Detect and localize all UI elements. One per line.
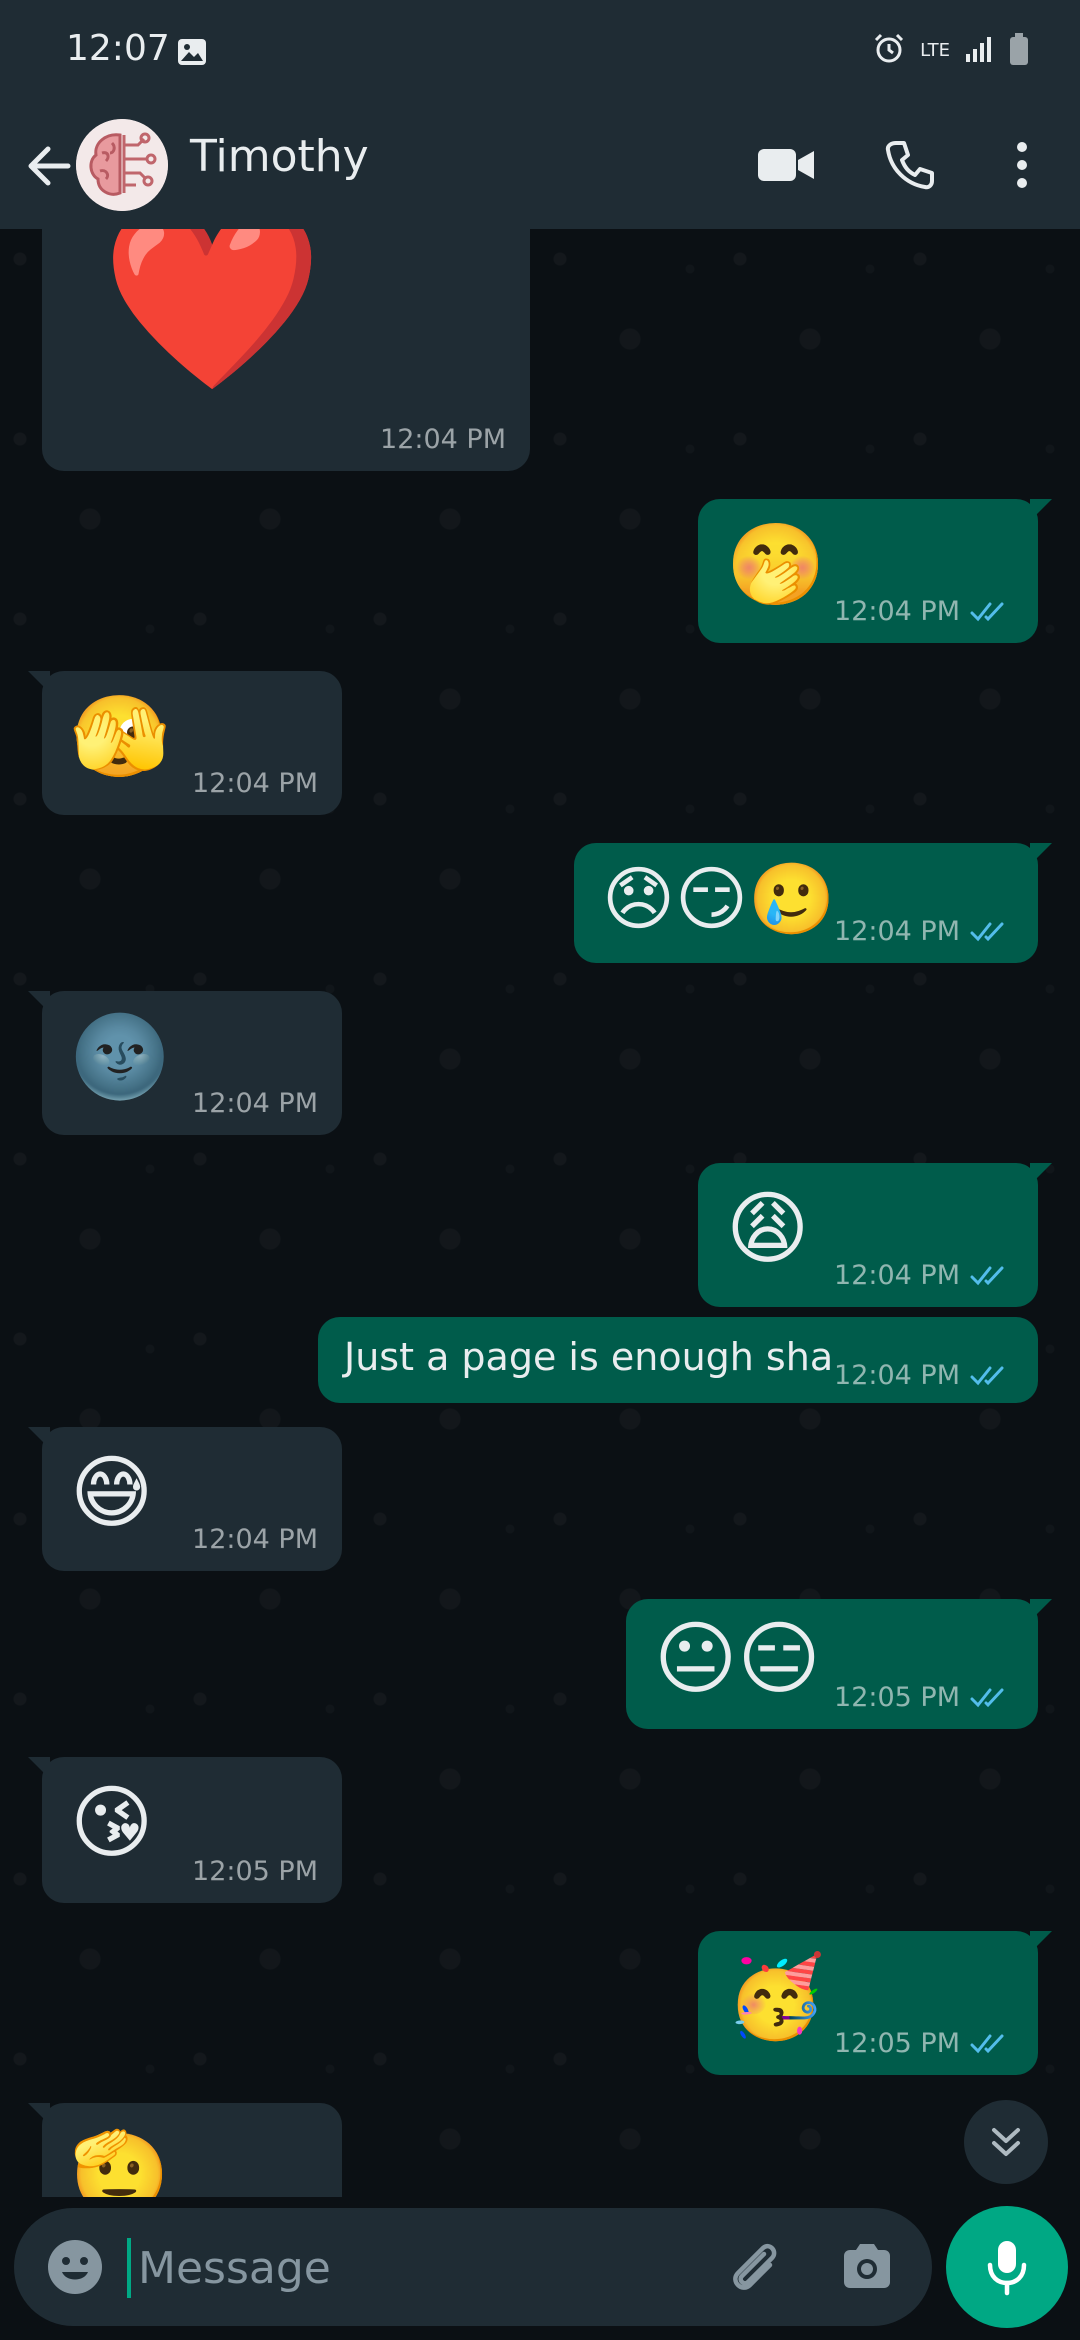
message-meta: 12:04 PM [834, 1360, 1014, 1391]
message-meta: 12:04 PM [834, 1260, 1014, 1291]
message-bubble-outgoing[interactable]: 😐😑 12:05 PM [626, 1599, 1052, 1729]
microphone-icon [987, 2241, 1027, 2296]
text-cursor [127, 2238, 131, 2298]
status-bar: 12:07 LTE [0, 0, 1080, 105]
message-emoji: 😩 [726, 1182, 810, 1275]
message-bubble-incoming[interactable]: 😘 12:05 PM [28, 1757, 342, 1903]
message-meta: 12:05 PM [834, 2028, 1014, 2059]
message-bubble-incoming[interactable]: 🌚 12:04 PM [28, 991, 342, 1135]
message-composer [14, 2208, 932, 2326]
message-time: 12:04 PM [834, 1260, 960, 1291]
camera-icon [844, 2244, 890, 2288]
read-receipt-icon [970, 1366, 1004, 1385]
alarm-icon [872, 32, 906, 70]
message-bubble-incoming[interactable]: 😅 12:04 PM [28, 1427, 342, 1571]
message-emoji: 🫣 [70, 690, 170, 783]
message-time: 12:04 PM [834, 1360, 960, 1391]
chevron-double-down-icon [992, 2128, 1020, 2156]
message-bubble-outgoing[interactable]: Just a page is enough sha 12:04 PM [318, 1317, 1038, 1403]
message-meta: 12:04 PM [192, 1524, 318, 1555]
phone-icon [885, 141, 934, 190]
read-receipt-icon [970, 602, 1004, 621]
message-emoji: 🫡 [70, 2126, 170, 2198]
message-time: 12:04 PM [834, 596, 960, 627]
scroll-to-bottom-button[interactable] [964, 2100, 1048, 2184]
message-emoji: 😅 [70, 1446, 154, 1539]
message-bubble-incoming[interactable]: 🫡 [28, 2103, 342, 2198]
back-button[interactable] [18, 133, 84, 199]
brain-icon [76, 119, 168, 211]
more-vert-icon [1017, 142, 1027, 188]
message-meta: 12:05 PM [192, 1856, 318, 1887]
contact-name[interactable]: Timothy [190, 131, 369, 182]
message-emoji: ❤️ [100, 229, 325, 403]
attach-button[interactable] [720, 2234, 786, 2300]
message-meta: 12:04 PM [380, 424, 506, 455]
message-emoji: 😐😑 [654, 1612, 821, 1705]
message-bubble-outgoing[interactable]: 🤭 12:04 PM [698, 499, 1052, 643]
message-bubble-outgoing[interactable]: 😩 12:04 PM [698, 1163, 1052, 1307]
voice-message-button[interactable] [946, 2206, 1068, 2328]
voice-call-button[interactable] [872, 127, 948, 203]
message-meta: 12:04 PM [834, 916, 1014, 947]
video-call-button[interactable] [748, 127, 824, 203]
message-list[interactable]: ❤️ 12:04 PM 🤭 12:04 PM 🫣 12:04 PM 😞😏🥲 12… [0, 229, 1080, 2197]
paperclip-icon [733, 2243, 777, 2290]
network-type-label: LTE [920, 40, 950, 61]
read-receipt-icon [970, 922, 1004, 941]
read-receipt-icon [970, 1688, 1004, 1707]
read-receipt-icon [970, 2034, 1004, 2053]
message-time: 12:04 PM [192, 1524, 318, 1555]
video-camera-icon [758, 149, 814, 181]
message-bubble-outgoing[interactable]: 🥳 12:05 PM [698, 1931, 1052, 2075]
chat-header: Timothy [0, 105, 1080, 229]
message-meta: 12:04 PM [834, 596, 1014, 627]
avatar[interactable] [76, 119, 168, 211]
message-meta: 12:05 PM [834, 1682, 1014, 1713]
message-time: 12:04 PM [380, 424, 506, 455]
message-emoji: 🥳 [726, 1950, 826, 2043]
message-input[interactable] [136, 2230, 700, 2306]
message-bubble-incoming[interactable]: 🫣 12:04 PM [28, 671, 342, 815]
signal-icon [964, 34, 994, 68]
more-options-button[interactable] [984, 127, 1060, 203]
message-time: 12:05 PM [834, 2028, 960, 2059]
message-time: 12:04 PM [192, 768, 318, 799]
message-time: 12:05 PM [834, 1682, 960, 1713]
arrow-left-icon [28, 146, 71, 186]
message-time: 12:05 PM [192, 1856, 318, 1887]
status-time: 12:07 [66, 28, 170, 69]
message-bubble-incoming[interactable]: ❤️ 12:04 PM [42, 229, 530, 471]
status-icons: LTE [872, 32, 1030, 70]
gallery-notification-icon [176, 36, 208, 72]
smiley-icon [48, 2240, 102, 2294]
message-emoji: 🤭 [726, 518, 826, 611]
battery-icon [1008, 32, 1030, 70]
message-time: 12:04 PM [834, 916, 960, 947]
message-emoji: 😘 [70, 1776, 154, 1869]
message-bubble-outgoing[interactable]: 😞😏🥲 12:04 PM [574, 843, 1052, 963]
message-meta: 12:04 PM [192, 768, 318, 799]
camera-button[interactable] [834, 2234, 900, 2300]
read-receipt-icon [970, 1266, 1004, 1285]
emoji-button[interactable] [42, 2234, 108, 2300]
message-time: 12:04 PM [192, 1088, 318, 1119]
message-text: Just a page is enough sha [344, 1335, 834, 1379]
message-meta: 12:04 PM [192, 1088, 318, 1119]
message-emoji: 🌚 [70, 1010, 170, 1103]
message-emoji: 😞😏🥲 [602, 858, 836, 940]
